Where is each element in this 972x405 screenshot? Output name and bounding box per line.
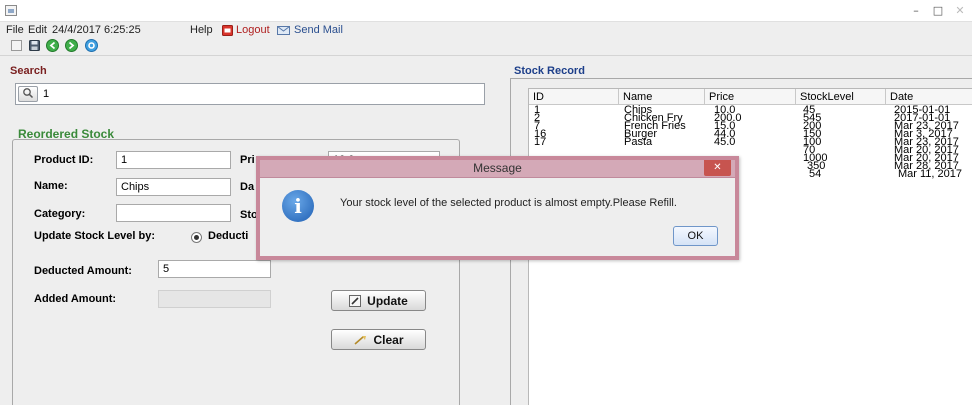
close-window-button[interactable]: ✕	[948, 2, 972, 19]
search-button[interactable]	[18, 86, 38, 102]
menu-send-mail[interactable]: Send Mail	[294, 24, 343, 36]
deduction-radio[interactable]	[191, 232, 202, 243]
logout-icon	[222, 25, 233, 36]
dialog-close-button[interactable]: ✕	[704, 160, 731, 176]
menu-edit[interactable]: Edit	[28, 24, 47, 36]
forward-arrow-icon[interactable]	[65, 39, 78, 52]
cell-date: Mar 11, 2017	[898, 168, 963, 180]
magnifier-icon	[23, 88, 34, 99]
column-header-price[interactable]: Price	[705, 89, 796, 105]
product-id-label: Product ID:	[34, 154, 94, 166]
toolbar-separator	[0, 55, 972, 56]
menu-datetime: 24/4/2017 6:25:25	[52, 24, 141, 36]
menu-file[interactable]: File	[6, 24, 24, 36]
minimize-button[interactable]: –	[904, 2, 928, 19]
cell-stocklevel: 54	[809, 168, 822, 180]
refresh-icon[interactable]	[85, 39, 98, 52]
toolbar	[0, 39, 972, 54]
name-label: Name:	[34, 180, 68, 192]
cell-name: Pasta	[624, 136, 653, 148]
table-header: ID Name Price StockLevel Date	[529, 89, 972, 105]
column-header-stocklevel[interactable]: StockLevel	[796, 89, 886, 105]
name-field[interactable]	[116, 178, 231, 196]
dialog-message: Your stock level of the selected product…	[340, 197, 677, 209]
menu-help[interactable]: Help	[190, 24, 213, 36]
dialog-title-bar[interactable]: Message ✕	[260, 160, 735, 178]
back-arrow-icon[interactable]	[46, 39, 59, 52]
update-stock-by-label: Update Stock Level by:	[34, 230, 156, 242]
menu-bar: File Edit 24/4/2017 6:25:25 Help Logout …	[0, 22, 972, 39]
stock-record-title: Stock Record	[514, 65, 585, 77]
maximize-button[interactable]: □	[926, 2, 950, 19]
column-header-id[interactable]: ID	[529, 89, 619, 105]
info-icon: i	[282, 190, 314, 222]
date-label: Da	[240, 181, 255, 193]
clear-button[interactable]: Clear	[331, 329, 426, 350]
broom-icon	[354, 335, 367, 345]
price-label: Pri	[240, 154, 255, 166]
deducted-amount-field[interactable]	[158, 260, 271, 278]
save-icon[interactable]	[28, 39, 41, 52]
column-header-name[interactable]: Name	[619, 89, 705, 105]
edit-pencil-icon	[349, 294, 362, 307]
search-section-title: Search	[10, 65, 47, 77]
product-id-field[interactable]	[116, 151, 231, 169]
dialog-title: Message	[473, 161, 522, 175]
added-amount-label: Added Amount:	[34, 293, 117, 305]
search-input[interactable]	[43, 86, 473, 101]
category-label: Category:	[34, 208, 86, 220]
update-button[interactable]: Update	[331, 290, 426, 311]
deducted-amount-label: Deducted Amount:	[34, 265, 132, 277]
category-field[interactable]	[116, 204, 231, 222]
app-window-icon	[5, 5, 17, 16]
menu-logout[interactable]: Logout	[236, 24, 270, 36]
message-dialog: Message ✕ i Your stock level of the sele…	[256, 156, 739, 260]
ok-button[interactable]: OK	[673, 226, 718, 246]
deduction-radio-label[interactable]: Deducti	[208, 230, 248, 242]
window-title-bar: – □ ✕	[0, 0, 972, 22]
column-header-date[interactable]: Date	[886, 89, 972, 105]
clear-button-label: Clear	[373, 332, 404, 347]
added-amount-field	[158, 290, 271, 308]
new-document-icon[interactable]	[10, 39, 23, 52]
update-button-label: Update	[367, 293, 408, 308]
send-mail-icon	[277, 26, 290, 35]
cell-price: 45.0	[714, 136, 736, 148]
cell-id: 17	[534, 136, 547, 148]
search-box	[15, 83, 485, 105]
